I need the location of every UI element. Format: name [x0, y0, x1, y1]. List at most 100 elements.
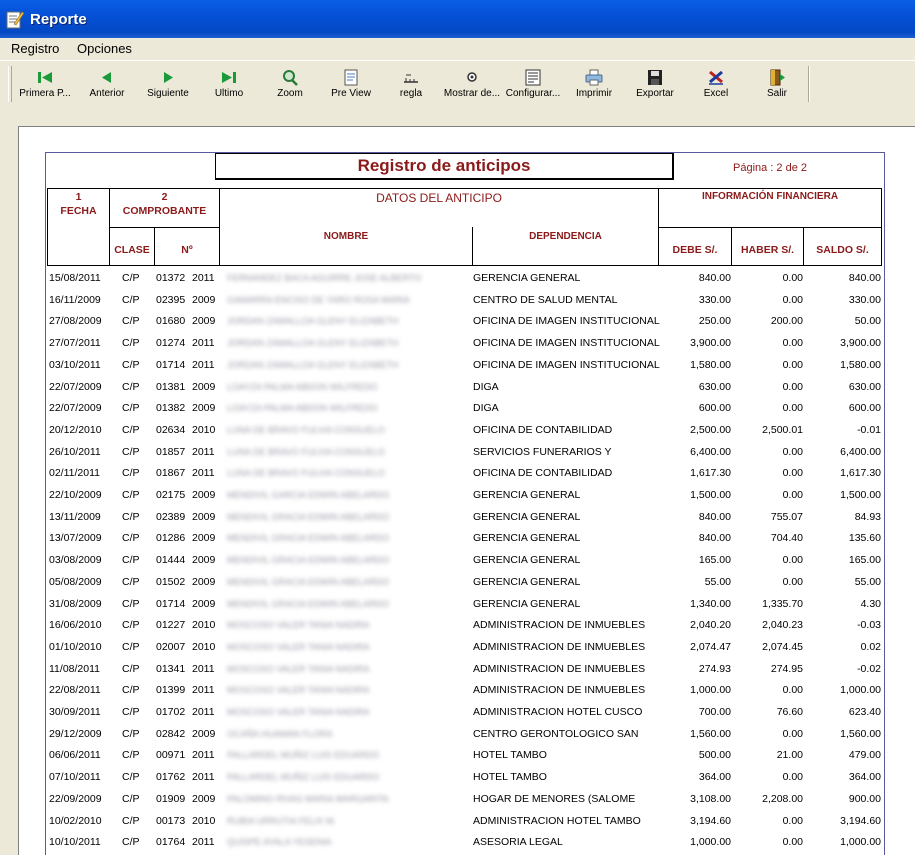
- cell-debe: 55.00: [704, 575, 731, 588]
- cell-anio: 2011: [192, 706, 215, 718]
- cell-haber: 76.60: [776, 706, 803, 718]
- cell-debe: 3,194.60: [690, 814, 731, 827]
- cell-clase: C/P: [122, 272, 140, 284]
- show-label: Mostrar de...: [443, 88, 501, 99]
- cell-nombre: LUNA DE BRAVO FULVIA CONSUELO: [227, 446, 385, 457]
- cell-fecha: 10/10/2011: [49, 836, 101, 849]
- cell-anio: 2009: [192, 402, 216, 415]
- preview-label: Pre View: [331, 88, 371, 99]
- previous-button[interactable]: Anterior: [76, 66, 138, 104]
- header-numero: Nº: [181, 244, 193, 256]
- cell-saldo: 135.60: [848, 532, 881, 545]
- first-page-button[interactable]: Primera P...: [14, 66, 76, 104]
- cell-dependencia: OFICINA DE CONTABILIDAD: [473, 467, 613, 480]
- cell-clase: C/P: [122, 315, 140, 328]
- cell-anio: 2009: [192, 575, 216, 588]
- cell-haber: 0.00: [782, 727, 803, 740]
- cell-clase: C/P: [122, 597, 140, 610]
- cell-haber: 2,074.45: [762, 640, 803, 653]
- cell-haber: 200.00: [770, 315, 803, 328]
- cell-haber: 0.00: [782, 575, 803, 588]
- cell-nombre: MOSCOSO VALER TANIA NADIRA: [227, 685, 370, 696]
- cell-debe: 840.00: [698, 510, 731, 523]
- excel-button[interactable]: Excel: [685, 66, 747, 104]
- cell-haber: 0.00: [782, 380, 803, 393]
- cell-saldo: 0.02: [860, 640, 881, 653]
- cell-numero: 01227: [156, 619, 186, 632]
- zoom-button[interactable]: Zoom: [259, 66, 321, 104]
- ruler-button[interactable]: regla: [380, 66, 442, 104]
- cell-numero: 01762: [156, 771, 186, 784]
- report-app-icon: [6, 11, 24, 29]
- cell-haber: 0.00: [782, 554, 803, 567]
- title-bar[interactable]: Reporte: [0, 0, 915, 38]
- cell-clase: C/P: [122, 532, 140, 545]
- cell-saldo: 84.93: [854, 510, 881, 523]
- menu-opciones[interactable]: Opciones: [77, 41, 132, 56]
- cell-fecha: 30/09/2011: [49, 706, 101, 718]
- cell-saldo: 55.00: [854, 575, 881, 588]
- cell-haber: 2,500.01: [762, 423, 803, 436]
- last-page-icon: [222, 72, 236, 83]
- cell-haber: 755.07: [770, 510, 803, 523]
- cell-saldo: 479.00: [848, 749, 881, 762]
- table-row: 13/07/2009 C/P 01286 2009 MENDIVIL GRACIA ED…: [47, 527, 883, 549]
- cell-fecha: 27/08/2009: [49, 315, 102, 328]
- cell-fecha: 01/10/2010: [49, 640, 102, 653]
- table-row: 15/08/2011 C/P 01372 2011 FERNANDEZ BACA AGU…: [47, 267, 883, 289]
- table-row: 07/10/2011 C/P 01762 2011 PALLARDEL MUÑIZ LU…: [47, 766, 883, 788]
- cell-dependencia: HOTEL TAMBO: [473, 771, 547, 784]
- cell-debe: 2,074.47: [690, 640, 731, 653]
- next-button[interactable]: Siguiente: [137, 66, 199, 104]
- table-row: 22/09/2009 C/P 01909 2009 PALOMINO RIVAS MAR…: [47, 788, 883, 810]
- cell-numero: 01341: [156, 662, 186, 675]
- cell-clase: C/P: [122, 554, 140, 567]
- preview-icon: [344, 69, 358, 86]
- cell-dependencia: ADMINISTRACION DE INMUEBLES: [473, 640, 646, 653]
- zoom-label: Zoom: [277, 88, 303, 99]
- report-title: Registro de anticipos: [215, 153, 674, 180]
- cell-saldo: 1,500.00: [840, 489, 881, 501]
- toolbar-grip[interactable]: [8, 66, 12, 102]
- cell-numero: 02634: [156, 423, 186, 436]
- cell-debe: 364.00: [698, 771, 731, 784]
- cell-fecha: 02/11/2011: [49, 467, 100, 480]
- page-indicator: Página : 2 de 2: [733, 162, 808, 174]
- cell-clase: C/P: [122, 727, 140, 740]
- configure-label: Configurar...: [505, 88, 561, 99]
- last-page-button[interactable]: Ultimo: [198, 66, 260, 104]
- cell-numero: 02007: [156, 640, 186, 653]
- cell-numero: 01399: [156, 684, 186, 697]
- header-comprobante: COMPROBANTE: [122, 205, 207, 217]
- exit-button[interactable]: Salir: [746, 66, 808, 104]
- cell-anio: 2009: [192, 315, 216, 328]
- table-row: 06/06/2011 C/P 00971 2011 PALLARDEL MUÑIZ LU…: [47, 744, 883, 766]
- table-row: 22/07/2009 C/P 01382 2009 LOAYZA PALMA ABDON…: [47, 397, 883, 419]
- cell-anio: 2011: [192, 272, 215, 284]
- configure-button[interactable]: Configurar...: [502, 66, 564, 104]
- table-row: 03/10/2011 C/P 01714 2011 JORDAN ZAMALLOA GL…: [47, 354, 883, 376]
- preview-button[interactable]: Pre View: [320, 66, 382, 104]
- table-row: 20/12/2010 C/P 02634 2010 LUNA DE BRAVO FULV…: [47, 419, 883, 441]
- cell-anio: 2009: [192, 792, 216, 805]
- cell-dependencia: ASESORIA LEGAL: [473, 836, 563, 849]
- cell-haber: 0.00: [782, 358, 803, 371]
- export-button[interactable]: Exportar: [624, 66, 686, 104]
- cell-debe: 840.00: [698, 272, 731, 284]
- zoom-icon: [283, 70, 298, 86]
- cell-haber: 0.00: [782, 402, 803, 415]
- print-button[interactable]: Imprimir: [563, 66, 625, 104]
- cell-dependencia: GERENCIA GENERAL: [473, 510, 581, 523]
- excel-label: Excel: [703, 88, 729, 99]
- cell-debe: 1,340.00: [690, 597, 731, 610]
- cell-numero: 01702: [156, 706, 186, 718]
- show-button[interactable]: Mostrar de...: [441, 66, 503, 104]
- menu-registro[interactable]: Registro: [11, 41, 59, 56]
- cell-nombre: FERNANDEZ BACA AGUIRRE JOSE ALBERTO: [227, 273, 422, 283]
- cell-debe: 1,000.00: [690, 836, 731, 849]
- table-row: 31/08/2009 C/P 01714 2009 MENDIVIL GRACIA ED…: [47, 593, 883, 615]
- header-col1-number: 1: [75, 191, 82, 203]
- cell-dependencia: ADMINISTRACION DE INMUEBLES: [473, 684, 646, 697]
- table-row: 30/09/2011 C/P 01702 2011 MOSCOSO VALER TANI…: [47, 701, 883, 723]
- cell-dependencia: ADMINISTRACION HOTEL TAMBO: [473, 814, 641, 827]
